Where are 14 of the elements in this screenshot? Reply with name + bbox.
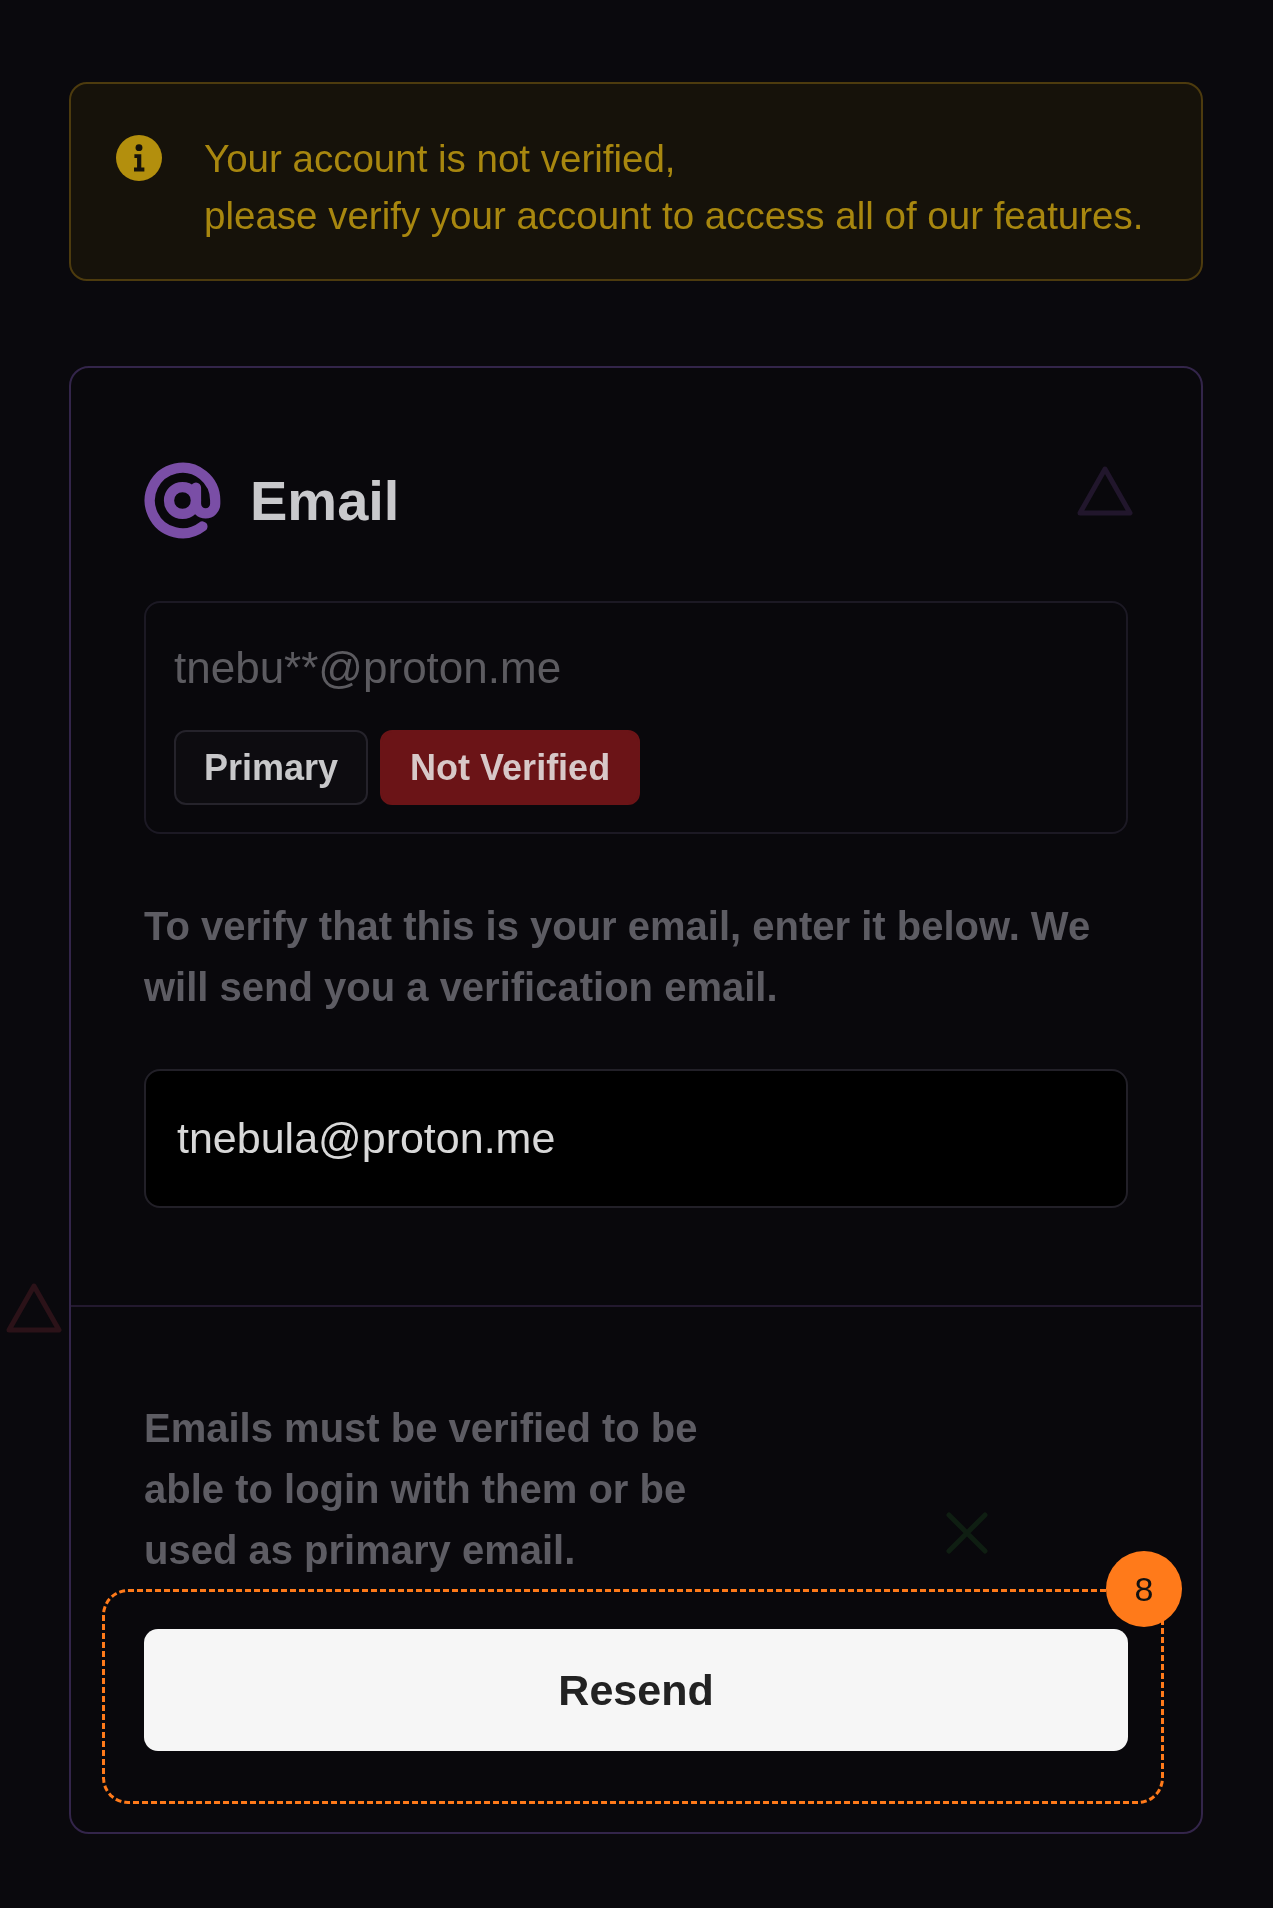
triangle-icon [1077, 466, 1133, 516]
card-title: Email [250, 468, 400, 533]
email-address: tnebu**@proton.me [174, 643, 563, 693]
alert-message: Your account is not verified, please verify your account to access all of our features. [204, 136, 1144, 239]
triangle-icon [6, 1283, 62, 1333]
resend-button[interactable]: Resend [144, 1629, 1128, 1751]
annotation-badge: 8 [1106, 1551, 1182, 1627]
at-sign-icon [144, 462, 221, 539]
role-badge: Primary [174, 730, 369, 805]
email-input[interactable]: tnebula@proton.me [144, 1069, 1128, 1208]
status-badge: Not Verified [380, 730, 641, 805]
instructions-text: To verify that this is your email, enter it below. We will send you a verification email. [144, 903, 1092, 1011]
note-text: Emails must be verified to be able to login with them or be used as primary email. [144, 1405, 699, 1574]
info-icon [116, 135, 162, 181]
